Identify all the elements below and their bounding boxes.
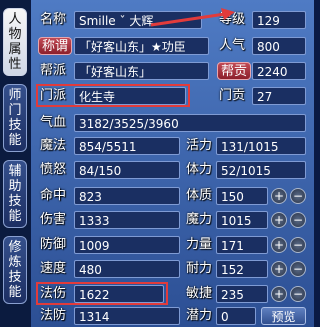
tab-label: 辅助技能 <box>8 164 22 224</box>
magic-minus-button[interactable]: − <box>290 212 306 228</box>
agility-label: 敏捷 <box>186 286 213 301</box>
potential-label: 潜力 <box>186 308 213 323</box>
contribution-button[interactable]: 帮贡 <box>217 62 251 80</box>
tab-character-attributes[interactable]: 人物属性 <box>3 8 27 76</box>
defense-value: 1009 <box>74 236 180 254</box>
hp-value: 3182/3525/3960 <box>74 114 306 132</box>
contribution-value: 2240 <box>252 62 306 80</box>
constitution-label: 体质 <box>186 188 213 203</box>
anger-value: 84/150 <box>74 161 180 179</box>
agility-minus-button[interactable]: − <box>290 286 306 302</box>
constitution-plus-button[interactable]: + <box>271 188 287 204</box>
damage-value: 1333 <box>74 211 180 229</box>
agility-value: 235 <box>216 285 268 303</box>
sect-highlight-box <box>36 84 190 107</box>
vitality-value: 131/1015 <box>216 137 306 155</box>
tab-label: 修炼技能 <box>8 240 22 300</box>
magic-plus-button[interactable]: + <box>271 212 287 228</box>
arrow-annotation-icon <box>150 8 235 27</box>
endurance-minus-button[interactable]: − <box>290 261 306 277</box>
tab-sect-skills[interactable]: 师门技能 <box>3 84 27 152</box>
popularity-label: 人气 <box>219 38 246 53</box>
speed-value: 480 <box>74 260 180 278</box>
sect-contribution-label: 门贡 <box>219 88 246 103</box>
damage-label: 伤害 <box>40 212 67 227</box>
sect-contribution-value: 27 <box>252 87 306 105</box>
stamina-value: 52/1015 <box>216 161 306 179</box>
mp-value: 854/5511 <box>74 137 180 155</box>
magic-value: 1015 <box>216 211 268 229</box>
attributes-panel: 名称 Smille ˇ 大辉 等级 129 称谓 「好客山东」★功臣 人气 80… <box>31 0 314 327</box>
potential-value: 0 <box>216 307 256 325</box>
name-label: 名称 <box>40 12 67 27</box>
tab-label: 师门技能 <box>8 88 22 148</box>
strength-minus-button[interactable]: − <box>290 237 306 253</box>
strength-plus-button[interactable]: + <box>271 237 287 253</box>
endurance-plus-button[interactable]: + <box>271 261 287 277</box>
tab-cultivation-skills[interactable]: 修炼技能 <box>3 236 27 304</box>
tab-assist-skills[interactable]: 辅助技能 <box>3 160 27 228</box>
preview-button[interactable]: 预览 <box>261 307 306 325</box>
spell-defense-value: 1314 <box>74 307 180 325</box>
stamina-label: 体力 <box>186 162 213 177</box>
speed-label: 速度 <box>40 261 67 276</box>
spell-damage-highlight-box <box>36 282 168 305</box>
hit-value: 823 <box>74 187 180 205</box>
faction-value: 「好客山东」 <box>74 62 209 80</box>
popularity-value: 800 <box>252 37 306 55</box>
vitality-label: 活力 <box>186 138 213 153</box>
mp-label: 魔法 <box>40 138 67 153</box>
magic-label: 魔力 <box>186 212 213 227</box>
tab-label: 人物属性 <box>8 12 22 72</box>
anger-label: 愤怒 <box>40 162 67 177</box>
constitution-minus-button[interactable]: − <box>290 188 306 204</box>
endurance-label: 耐力 <box>186 261 213 276</box>
spell-defense-label: 法防 <box>40 308 67 323</box>
level-value: 129 <box>252 11 306 29</box>
strength-label: 力量 <box>186 237 213 252</box>
hp-label: 气血 <box>40 115 67 130</box>
title-value: 「好客山东」★功臣 <box>74 37 209 55</box>
strength-value: 171 <box>216 236 268 254</box>
defense-label: 防御 <box>40 237 67 252</box>
title-button[interactable]: 称谓 <box>38 37 72 55</box>
faction-label: 帮派 <box>40 63 67 78</box>
side-tabs: 人物属性 师门技能 辅助技能 修炼技能 <box>0 0 30 327</box>
hit-label: 命中 <box>40 188 67 203</box>
endurance-value: 152 <box>216 260 268 278</box>
constitution-value: 150 <box>216 187 268 205</box>
agility-plus-button[interactable]: + <box>271 286 287 302</box>
